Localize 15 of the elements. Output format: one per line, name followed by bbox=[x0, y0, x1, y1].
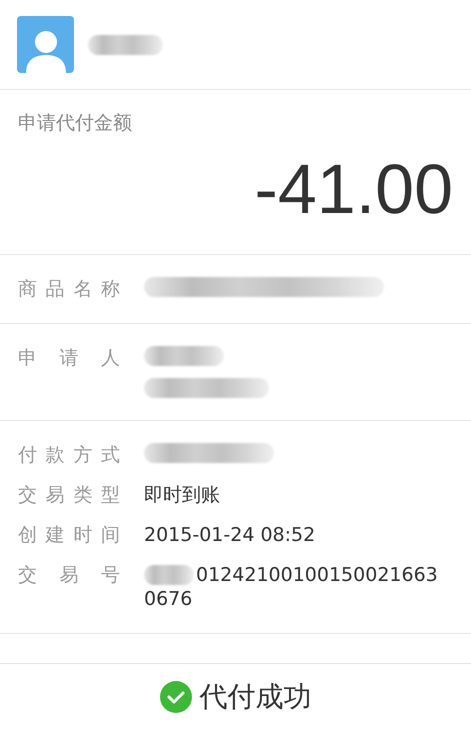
field-value: 即时到账 bbox=[144, 483, 220, 507]
amount-label: 申请代付金额 bbox=[18, 111, 133, 136]
status-text: 代付成功 bbox=[200, 678, 312, 714]
field-value: 01242100100150021663 bbox=[196, 563, 438, 587]
field-label: 申请人 bbox=[18, 346, 120, 370]
field-value: 2015-01-24 08:52 bbox=[144, 523, 316, 547]
field-label: 付款方式 bbox=[18, 443, 120, 467]
redacted-text bbox=[144, 565, 194, 585]
field-label: 创建时间 bbox=[18, 523, 120, 547]
field-label: 交易类型 bbox=[18, 483, 120, 507]
field-label: 交易号 bbox=[18, 563, 120, 587]
amount-value: -41.00 bbox=[254, 154, 453, 224]
avatar-icon bbox=[17, 16, 74, 73]
field-value: 0676 bbox=[144, 587, 194, 611]
field-label: 商品名称 bbox=[18, 277, 120, 301]
